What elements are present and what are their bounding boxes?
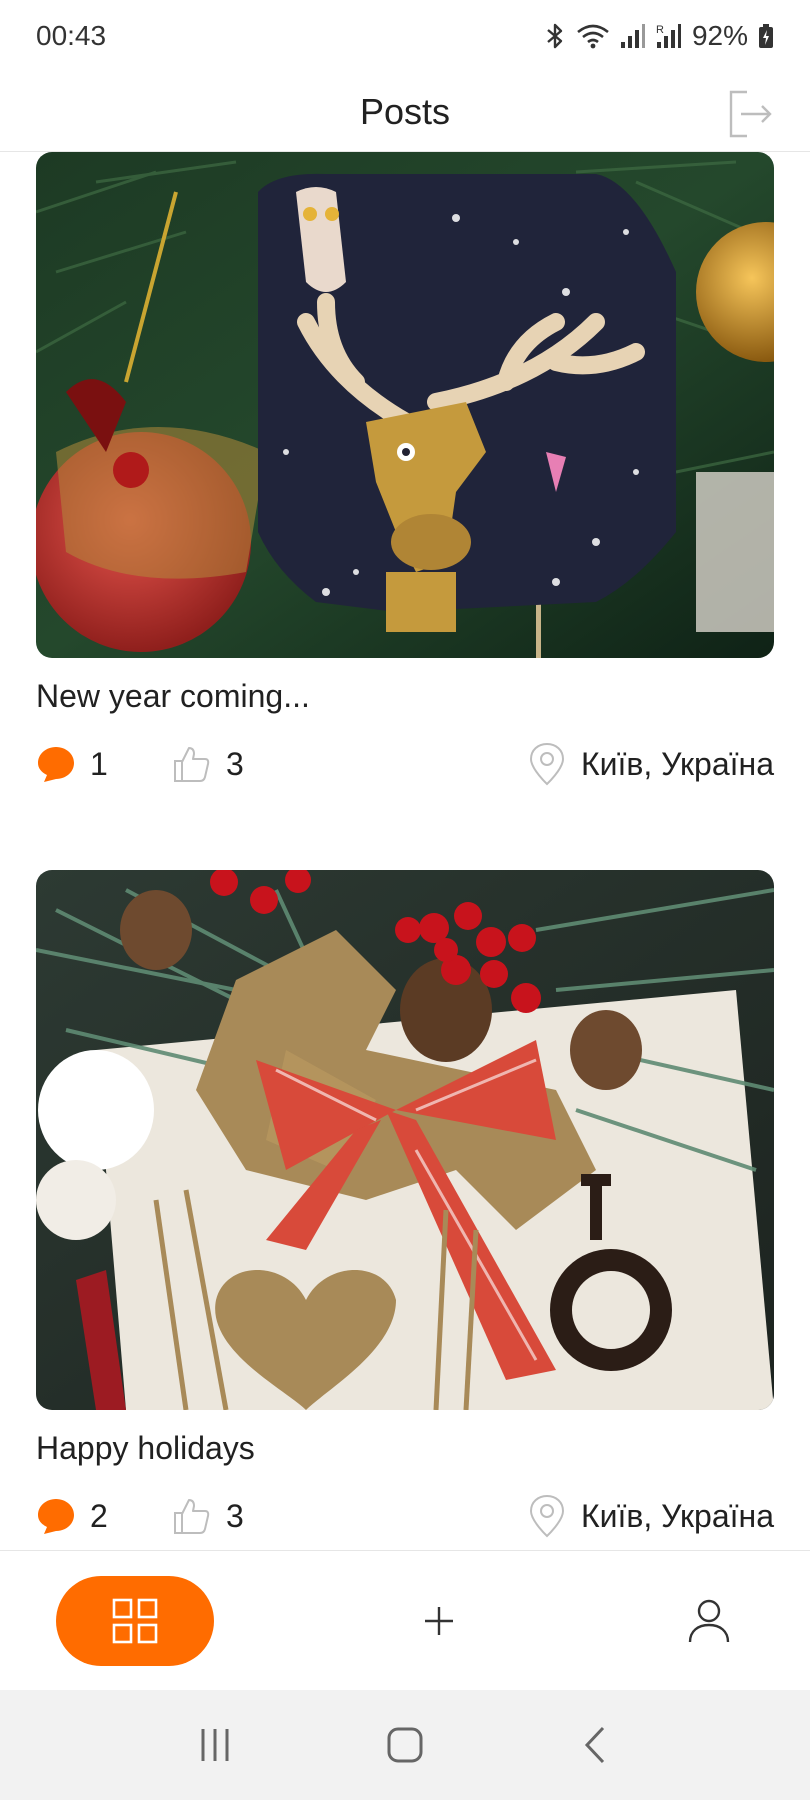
post-meta: 1 3 Київ, Україна [36, 738, 774, 790]
grid-icon [112, 1598, 158, 1643]
post-photo-holiday-decoration [36, 870, 774, 1410]
signal-roaming-icon: R [656, 24, 681, 48]
nav-create-post-button[interactable] [394, 1576, 484, 1666]
back-button[interactable] [555, 1705, 635, 1785]
post-title: Happy holidays [36, 1430, 255, 1466]
status-time: 00:43 [36, 20, 107, 51]
post-image[interactable] [36, 152, 774, 658]
bluetooth-icon [547, 23, 563, 49]
header: Posts [0, 72, 810, 152]
post-title: New year coming... [36, 678, 310, 714]
post-card[interactable]: New year coming... 1 3 Київ, Україна [36, 152, 774, 790]
nav-profile-button[interactable] [664, 1576, 754, 1666]
post-photo-moose-ornament [36, 152, 774, 658]
like-icon [174, 1499, 210, 1534]
status-bar: 00:43 R 92% [0, 0, 810, 72]
battery-percent: 92% [691, 20, 748, 51]
battery-icon [759, 24, 773, 48]
like-icon [174, 747, 210, 782]
post-image[interactable] [36, 870, 774, 1410]
likes-button[interactable]: 3 [172, 1496, 244, 1536]
svg-text:R: R [656, 24, 664, 36]
comments-count: 2 [90, 1497, 108, 1534]
post-meta: 2 3 Київ, Україна [36, 1490, 774, 1542]
bottom-nav [0, 1550, 810, 1690]
nav-posts-button[interactable] [56, 1575, 214, 1666]
back-icon [584, 1726, 605, 1764]
page-title: Posts [359, 90, 451, 132]
recent-apps-button[interactable] [175, 1705, 255, 1785]
location-link[interactable]: Київ, Україна [527, 738, 774, 790]
signal-icon [620, 24, 645, 48]
status-icons: R 92% [544, 20, 774, 52]
map-pin-icon [529, 742, 564, 786]
comments-count: 1 [90, 745, 108, 782]
comment-icon [38, 747, 74, 782]
plus-icon [425, 1606, 453, 1635]
map-pin-icon [529, 1494, 564, 1538]
likes-count: 3 [226, 1497, 244, 1534]
comment-icon [38, 1499, 74, 1534]
likes-count: 3 [226, 745, 244, 782]
home-icon [387, 1727, 423, 1763]
comments-button[interactable]: 2 [36, 1496, 172, 1536]
home-button[interactable] [365, 1705, 445, 1785]
recent-apps-icon [201, 1729, 229, 1761]
logout-button[interactable] [726, 90, 774, 138]
comments-button[interactable]: 1 [36, 744, 172, 784]
likes-button[interactable]: 3 [172, 744, 244, 784]
post-card[interactable]: Happy holidays 2 3 Київ, Україна [36, 870, 774, 1542]
wifi-icon [577, 24, 609, 49]
system-nav-bar [0, 1690, 810, 1800]
logout-icon [729, 90, 772, 138]
location-text: Київ, Україна [580, 745, 774, 782]
posts-feed[interactable]: New year coming... 1 3 Київ, Україна Hap… [0, 152, 810, 1550]
location-link[interactable]: Київ, Україна [527, 1490, 774, 1542]
location-text: Київ, Україна [580, 1497, 774, 1534]
user-icon [688, 1599, 730, 1642]
